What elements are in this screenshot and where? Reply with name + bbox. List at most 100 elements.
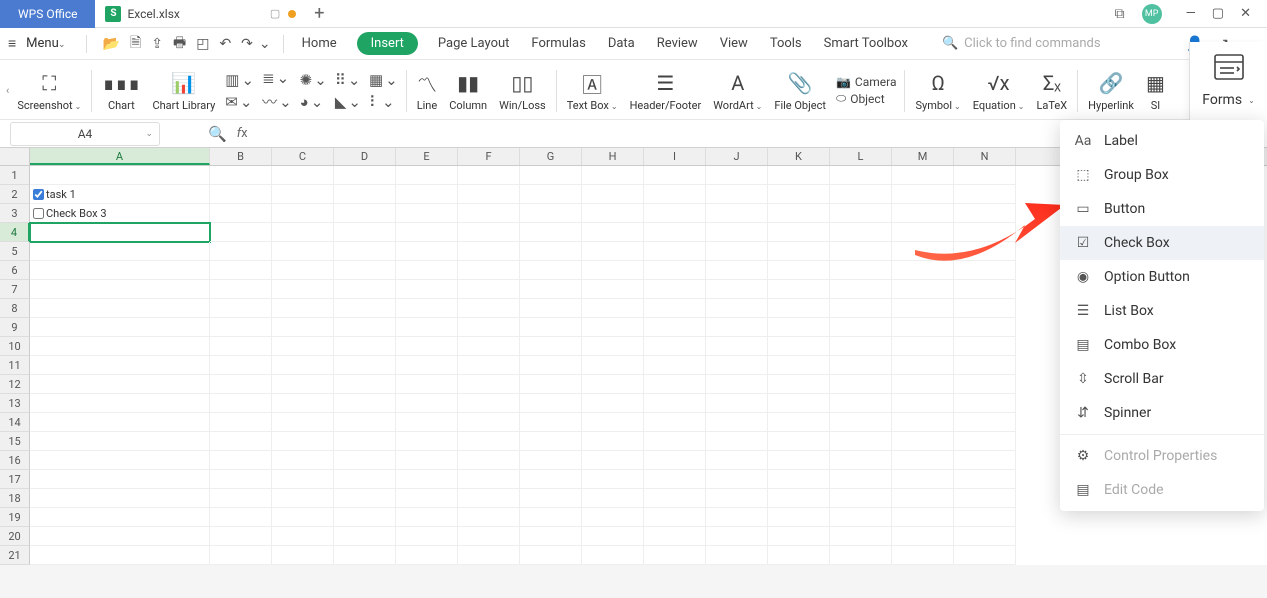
cell-G18[interactable]: [520, 489, 582, 508]
cell-C4[interactable]: [272, 223, 334, 242]
cell-M16[interactable]: [892, 451, 954, 470]
column-header-J[interactable]: J: [706, 148, 768, 165]
cell-H12[interactable]: [582, 375, 644, 394]
cell-K1[interactable]: [768, 166, 830, 185]
cell-K11[interactable]: [768, 356, 830, 375]
row-header-13[interactable]: 13: [0, 394, 30, 413]
cell-C19[interactable]: [272, 508, 334, 527]
cell-G14[interactable]: [520, 413, 582, 432]
cell-L17[interactable]: [830, 470, 892, 489]
cell-D1[interactable]: [334, 166, 396, 185]
cell-D10[interactable]: [334, 337, 396, 356]
cell-I1[interactable]: [644, 166, 706, 185]
cell-A20[interactable]: [30, 527, 210, 546]
cell-B3[interactable]: [210, 204, 272, 223]
cell-F11[interactable]: [458, 356, 520, 375]
cell-D13[interactable]: [334, 394, 396, 413]
cell-F14[interactable]: [458, 413, 520, 432]
cell-J16[interactable]: [706, 451, 768, 470]
bar-chart-icon[interactable]: ▥⌄: [225, 71, 254, 89]
cell-L7[interactable]: [830, 280, 892, 299]
cell-H6[interactable]: [582, 261, 644, 280]
cell-M19[interactable]: [892, 508, 954, 527]
cell-C12[interactable]: [272, 375, 334, 394]
cell-J14[interactable]: [706, 413, 768, 432]
cell-H10[interactable]: [582, 337, 644, 356]
cell-C20[interactable]: [272, 527, 334, 546]
cell-D14[interactable]: [334, 413, 396, 432]
qat-more-icon[interactable]: ⌄: [259, 36, 271, 52]
cell-A1[interactable]: [30, 166, 210, 185]
cell-K16[interactable]: [768, 451, 830, 470]
row-header-7[interactable]: 7: [0, 280, 30, 299]
cell-I3[interactable]: [644, 204, 706, 223]
row-header-6[interactable]: 6: [0, 261, 30, 280]
tab-insert[interactable]: Insert: [357, 32, 418, 55]
cell-B19[interactable]: [210, 508, 272, 527]
close-button[interactable]: ✕: [1234, 4, 1257, 23]
cell-M2[interactable]: [892, 185, 954, 204]
forms-button[interactable]: Forms⌄: [1189, 42, 1267, 120]
cell-L15[interactable]: [830, 432, 892, 451]
cell-N15[interactable]: [954, 432, 1016, 451]
cell-I15[interactable]: [644, 432, 706, 451]
cell-D4[interactable]: [334, 223, 396, 242]
cell-B14[interactable]: [210, 413, 272, 432]
row-header-1[interactable]: 1: [0, 166, 30, 185]
cell-C16[interactable]: [272, 451, 334, 470]
cell-D5[interactable]: [334, 242, 396, 261]
cell-L21[interactable]: [830, 546, 892, 565]
zoom-icon[interactable]: 🔍: [208, 125, 227, 143]
cell-C10[interactable]: [272, 337, 334, 356]
cell-H5[interactable]: [582, 242, 644, 261]
cell-A5[interactable]: [30, 242, 210, 261]
cell-M4[interactable]: [892, 223, 954, 242]
cell-D9[interactable]: [334, 318, 396, 337]
cell-I17[interactable]: [644, 470, 706, 489]
cell-L3[interactable]: [830, 204, 892, 223]
cell-C18[interactable]: [272, 489, 334, 508]
cell-H17[interactable]: [582, 470, 644, 489]
cell-A14[interactable]: [30, 413, 210, 432]
tab-data[interactable]: Data: [606, 32, 637, 55]
cell-L13[interactable]: [830, 394, 892, 413]
cell-E9[interactable]: [396, 318, 458, 337]
cell-G21[interactable]: [520, 546, 582, 565]
cell-J6[interactable]: [706, 261, 768, 280]
cell-D20[interactable]: [334, 527, 396, 546]
cell-M12[interactable]: [892, 375, 954, 394]
cell-H8[interactable]: [582, 299, 644, 318]
cell-L2[interactable]: [830, 185, 892, 204]
cell-N21[interactable]: [954, 546, 1016, 565]
cell-A13[interactable]: [30, 394, 210, 413]
checkbox-a3[interactable]: [33, 208, 44, 219]
cell-A2[interactable]: task 1: [30, 185, 210, 204]
hamburger-icon[interactable]: ≡: [8, 35, 16, 52]
cell-E14[interactable]: [396, 413, 458, 432]
cell-F18[interactable]: [458, 489, 520, 508]
cell-F4[interactable]: [458, 223, 520, 242]
cell-H15[interactable]: [582, 432, 644, 451]
cell-K5[interactable]: [768, 242, 830, 261]
cell-E2[interactable]: [396, 185, 458, 204]
cell-G2[interactable]: [520, 185, 582, 204]
row-header-10[interactable]: 10: [0, 337, 30, 356]
cell-L11[interactable]: [830, 356, 892, 375]
cell-N12[interactable]: [954, 375, 1016, 394]
row-header-20[interactable]: 20: [0, 527, 30, 546]
cell-F3[interactable]: [458, 204, 520, 223]
cell-K9[interactable]: [768, 318, 830, 337]
cell-E12[interactable]: [396, 375, 458, 394]
column-header-N[interactable]: N: [954, 148, 1016, 165]
column-header-C[interactable]: C: [272, 148, 334, 165]
print-preview-icon[interactable]: ◰: [196, 36, 209, 52]
symbol-button[interactable]: Ω Symbol⌄: [909, 63, 966, 119]
cell-E8[interactable]: [396, 299, 458, 318]
cell-F17[interactable]: [458, 470, 520, 489]
cell-C21[interactable]: [272, 546, 334, 565]
cell-M18[interactable]: [892, 489, 954, 508]
cell-K18[interactable]: [768, 489, 830, 508]
textbox-button[interactable]: 🄰 Text Box⌄: [561, 63, 624, 119]
cell-I10[interactable]: [644, 337, 706, 356]
cell-D7[interactable]: [334, 280, 396, 299]
